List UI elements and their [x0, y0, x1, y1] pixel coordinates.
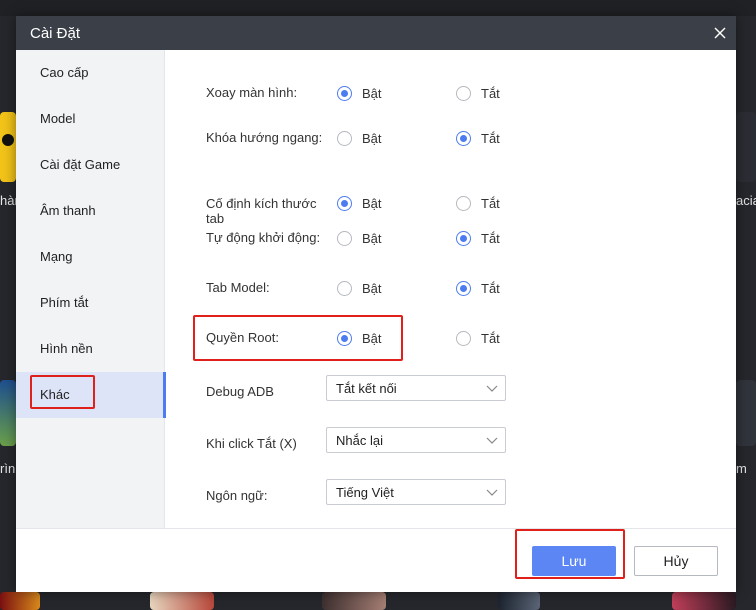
option-label-root-access: Quyền Root: [206, 330, 279, 345]
game-tile-dark[interactable] [736, 380, 756, 446]
radio-label-on: Bật [362, 131, 382, 146]
radio-label-off: Tắt [481, 196, 500, 211]
radio-fixed-tab-size-on[interactable] [337, 196, 352, 211]
option-label-language: Ngôn ngữ: [206, 488, 268, 503]
sidebar-item-model[interactable]: Model [16, 96, 165, 142]
radio-auto-start-on[interactable] [337, 231, 352, 246]
radio-label-off: Tắt [481, 281, 500, 296]
sidebar-item-sound[interactable]: Âm thanh [16, 188, 165, 234]
option-label-auto-start: Tự động khởi động: [206, 230, 321, 245]
dialog-title: Cài Đặt [30, 25, 81, 42]
game-tile-label: acia [736, 193, 756, 208]
game-tile-red[interactable] [0, 592, 40, 610]
sidebar-item-game-settings[interactable]: Cài đặt Game [16, 142, 165, 188]
sidebar-item-label: Mạng [40, 249, 73, 264]
game-tile-scroll[interactable] [150, 592, 214, 610]
sidebar-item-label: Khác [40, 387, 70, 402]
radio-label-on: Bật [362, 231, 382, 246]
radio-root-access-off[interactable] [456, 331, 471, 346]
option-label-tab-model: Tab Model: [206, 280, 270, 295]
sidebar-item-shortcuts[interactable]: Phím tắt [16, 280, 165, 326]
radio-label-on: Bật [362, 281, 382, 296]
sidebar-item-wallpaper[interactable]: Hình nền [16, 326, 165, 372]
game-tile-label: rìn [0, 461, 16, 476]
settings-content: Xoay màn hình: Bật Tắt Khóa hướng ngang:… [166, 50, 736, 528]
chevron-down-icon [486, 489, 498, 496]
chevron-down-icon [486, 437, 498, 444]
dialog-footer: Lưu Hủy [16, 528, 736, 592]
dialog-titlebar: Cài Đặt [16, 16, 736, 50]
game-tile-label: m [736, 461, 747, 476]
cancel-button[interactable]: Hủy [634, 546, 718, 576]
sidebar-item-label: Hình nền [40, 341, 93, 356]
close-button[interactable] [710, 23, 730, 43]
option-label-fixed-tab-size: Cố định kích thước tab [206, 196, 317, 226]
sidebar-item-other[interactable]: Khác [16, 372, 166, 418]
save-button[interactable]: Lưu [532, 546, 616, 576]
settings-dialog: Cài Đặt Cao cấp Model Cài đặt Game Âm th… [16, 16, 736, 592]
game-tile-face[interactable] [322, 592, 386, 610]
game-tile-pink[interactable] [672, 592, 736, 610]
sidebar-item-network[interactable]: Mạng [16, 234, 165, 280]
radio-auto-start-off[interactable] [456, 231, 471, 246]
sidebar-item-label: Cài đặt Game [40, 157, 121, 172]
sidebar-item-advanced[interactable]: Cao cấp [16, 50, 165, 96]
settings-sidebar: Cao cấp Model Cài đặt Game Âm thanh Mạng… [16, 50, 166, 528]
option-label-rotate-screen: Xoay màn hình: [206, 85, 298, 100]
game-tile-blue[interactable] [0, 380, 16, 446]
option-label-close-click: Khi click Tắt (X) [206, 436, 297, 451]
radio-label-on: Bật [362, 196, 382, 211]
radio-label-off: Tắt [481, 231, 500, 246]
radio-rotate-screen-off[interactable] [456, 86, 471, 101]
radio-tab-model-on[interactable] [337, 281, 352, 296]
language-select[interactable]: Tiếng Việt [326, 479, 506, 505]
select-value: Tắt kết nối [336, 381, 397, 396]
radio-label-off: Tắt [481, 331, 500, 346]
close-click-select[interactable]: Nhắc lại [326, 427, 506, 453]
debug-adb-select[interactable]: Tắt kết nối [326, 375, 506, 401]
select-value: Tiếng Việt [336, 485, 394, 500]
radio-label-on: Bật [362, 86, 382, 101]
sidebar-item-label: Cao cấp [40, 65, 89, 80]
select-value: Nhắc lại [336, 433, 383, 448]
chevron-down-icon [486, 385, 498, 392]
close-icon [714, 27, 726, 39]
radio-lock-landscape-off[interactable] [456, 131, 471, 146]
radio-label-on: Bật [362, 331, 382, 346]
app-top-bar [0, 0, 756, 16]
option-label-lock-landscape: Khóa hướng ngang: [206, 130, 323, 145]
game-tile-label: hàn [0, 193, 16, 208]
game-tile-dark[interactable] [736, 112, 756, 182]
radio-label-off: Tắt [481, 86, 500, 101]
radio-lock-landscape-on[interactable] [337, 131, 352, 146]
radio-rotate-screen-on[interactable] [337, 86, 352, 101]
radio-tab-model-off[interactable] [456, 281, 471, 296]
option-label-debug-adb: Debug ADB [206, 384, 274, 399]
sidebar-item-label: Model [40, 111, 76, 126]
radio-root-access-on[interactable] [337, 331, 352, 346]
game-tile-yellow[interactable] [0, 112, 16, 182]
radio-fixed-tab-size-off[interactable] [456, 196, 471, 211]
game-tile-doom[interactable] [498, 592, 540, 610]
sidebar-item-label: Phím tắt [40, 295, 89, 310]
sidebar-item-label: Âm thanh [40, 203, 96, 218]
radio-label-off: Tắt [481, 131, 500, 146]
